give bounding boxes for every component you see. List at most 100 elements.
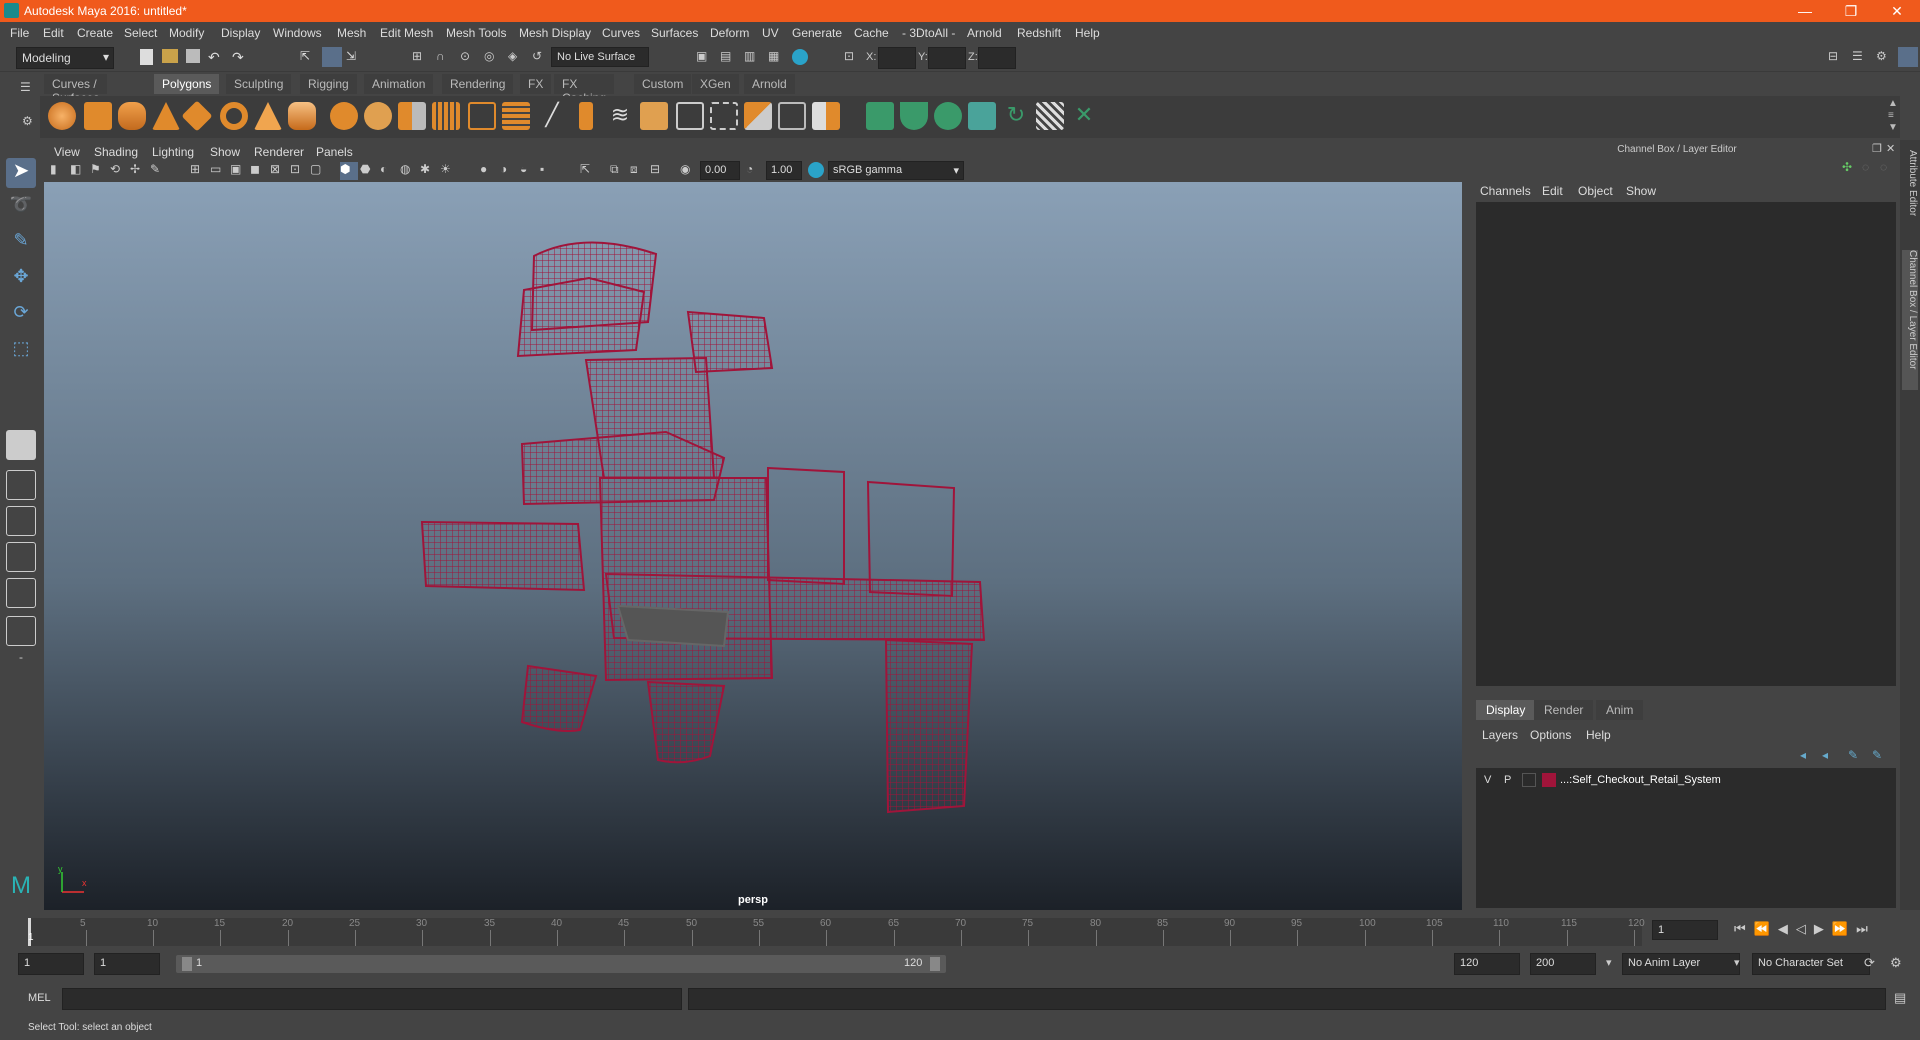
- image-plane-icon[interactable]: ⟲: [110, 162, 128, 180]
- gate-mask-icon[interactable]: ◼: [250, 162, 268, 180]
- shelf-tab-rigging[interactable]: Rigging: [300, 74, 357, 94]
- uv-editor-icon[interactable]: ✕: [1070, 102, 1098, 130]
- cb-menu-object[interactable]: Object: [1578, 184, 1613, 198]
- channel-box-toggle-icon[interactable]: [1898, 47, 1918, 67]
- x-field[interactable]: [878, 47, 916, 69]
- menu-3dtoall[interactable]: - 3DtoAll -: [902, 26, 955, 40]
- shelf-menu-icon[interactable]: ☰: [20, 80, 31, 94]
- cb-menu-edit[interactable]: Edit: [1542, 184, 1563, 198]
- playback-end-field[interactable]: 120: [1454, 953, 1520, 975]
- menu-file[interactable]: File: [10, 26, 29, 40]
- open-scene-icon[interactable]: [162, 49, 178, 63]
- persp-graph-layout-icon[interactable]: [6, 542, 36, 572]
- snap-view-icon[interactable]: ◎: [484, 49, 502, 67]
- exposure-field[interactable]: 0.00: [700, 161, 740, 180]
- layer-menu-layers[interactable]: Layers: [1482, 728, 1518, 742]
- select-tool-icon[interactable]: ➤: [6, 158, 36, 188]
- live-surface-field[interactable]: No Live Surface: [551, 47, 649, 67]
- uv-planar-icon[interactable]: [866, 102, 894, 130]
- layer-tab-anim[interactable]: Anim: [1596, 700, 1644, 720]
- quad-draw-icon[interactable]: [778, 102, 806, 130]
- hyper-icon[interactable]: ◌: [1880, 160, 1887, 174]
- shelf-tab-sculpting[interactable]: Sculpting: [226, 74, 292, 94]
- menu-modify[interactable]: Modify: [169, 26, 204, 40]
- render-settings-icon[interactable]: ▦: [768, 49, 786, 67]
- persp-outliner-layout-icon[interactable]: [6, 506, 36, 536]
- perspective-viewport[interactable]: x y persp: [44, 182, 1462, 910]
- shelf-tab-rendering[interactable]: Rendering: [442, 74, 514, 94]
- ipr-render-icon[interactable]: ▤: [720, 49, 738, 67]
- close-button[interactable]: ✕: [1874, 0, 1920, 22]
- chevron-down-icon[interactable]: ▾: [1606, 956, 1612, 969]
- shelf-tab-custom[interactable]: Custom: [634, 74, 692, 94]
- camera-select-icon[interactable]: ▮: [50, 162, 68, 180]
- snap-curve-icon[interactable]: ∩: [436, 49, 454, 67]
- multi-cut-icon[interactable]: [676, 102, 704, 130]
- xray-components-icon[interactable]: ⊟: [650, 162, 668, 180]
- safe-title-icon[interactable]: ▢: [310, 162, 328, 180]
- render-view-icon[interactable]: ▥: [744, 49, 762, 67]
- layer-menu-options[interactable]: Options: [1530, 728, 1571, 742]
- poly-plane-icon[interactable]: [181, 100, 213, 132]
- film-gate-icon[interactable]: ▭: [210, 162, 228, 180]
- range-slider[interactable]: 1 120: [176, 955, 946, 973]
- panel-menu-shading[interactable]: Shading: [94, 145, 138, 159]
- extract-icon[interactable]: [398, 102, 426, 130]
- mirror-icon[interactable]: [812, 102, 840, 130]
- time-slider-track[interactable]: 1 5 10 15 20 25 30 35 40 45 50 55 60 65 70 75 80 85 90 95 1…: [28, 918, 1645, 946]
- menu-create[interactable]: Create: [77, 26, 113, 40]
- field-chart-icon[interactable]: ⊠: [270, 162, 288, 180]
- combine-icon[interactable]: [330, 102, 358, 130]
- panel-menu-lighting[interactable]: Lighting: [152, 145, 194, 159]
- bevel-icon[interactable]: ≋: [606, 102, 634, 130]
- poly-sphere-icon[interactable]: [48, 102, 76, 130]
- snap-grid-icon[interactable]: ⊞: [412, 49, 430, 67]
- color-management-icon[interactable]: [808, 162, 824, 178]
- boolean-icon[interactable]: [468, 102, 496, 130]
- close-panel-icon[interactable]: ✕: [1886, 142, 1895, 155]
- menu-redshift[interactable]: Redshift: [1017, 26, 1061, 40]
- exposure-icon[interactable]: ◉: [680, 162, 698, 180]
- layer-menu-help[interactable]: Help: [1586, 728, 1611, 742]
- move-tool-icon[interactable]: ✥: [6, 266, 36, 296]
- snap-point-icon[interactable]: ⊙: [460, 49, 478, 67]
- menu-mesh[interactable]: Mesh: [337, 26, 366, 40]
- go-to-start-icon[interactable]: ⏮: [1734, 921, 1754, 936]
- snap-surface-icon[interactable]: ◈: [508, 49, 526, 67]
- range-handle-end[interactable]: [930, 957, 940, 971]
- z-field[interactable]: [978, 47, 1016, 69]
- gamma-icon[interactable]: ◔: [746, 162, 764, 180]
- new-layer-selected-icon[interactable]: ✎: [1872, 748, 1882, 762]
- poly-cone-icon[interactable]: [152, 102, 180, 130]
- step-back-key-icon[interactable]: ⏪: [1754, 921, 1778, 936]
- layer-tab-display[interactable]: Display: [1476, 700, 1536, 720]
- new-scene-icon[interactable]: [140, 49, 153, 65]
- target-weld-icon[interactable]: [710, 102, 738, 130]
- menu-mesh-tools[interactable]: Mesh Tools: [446, 26, 506, 40]
- shelf-tab-curves-surfaces[interactable]: Curves / Surfaces: [44, 74, 108, 105]
- scene-end-field[interactable]: 200: [1530, 953, 1596, 975]
- wireframe-shading-icon[interactable]: ⬢: [340, 162, 358, 180]
- playback-start-field[interactable]: 1: [94, 953, 160, 975]
- redo-icon[interactable]: ↷: [232, 49, 250, 67]
- cb-menu-show[interactable]: Show: [1626, 184, 1656, 198]
- more-layouts-icon[interactable]: -: [6, 650, 36, 680]
- minimize-button[interactable]: —: [1782, 0, 1828, 22]
- channel-box-area[interactable]: [1476, 202, 1896, 686]
- current-frame-field[interactable]: 1: [1652, 920, 1718, 940]
- ambient-occlusion-icon[interactable]: ◑: [500, 162, 518, 180]
- animation-preferences-icon[interactable]: ⚙: [1890, 955, 1902, 971]
- uv-spherical-icon[interactable]: [934, 102, 962, 130]
- range-handle-start[interactable]: [182, 957, 192, 971]
- scene-start-field[interactable]: 1: [18, 953, 84, 975]
- transform-mode-icon[interactable]: ⊡: [844, 49, 862, 67]
- paint-select-tool-icon[interactable]: ✎: [6, 230, 36, 260]
- four-view-layout-icon[interactable]: [6, 470, 36, 500]
- color-space-dropdown[interactable]: sRGB gamma ▾: [828, 161, 964, 180]
- mode-dropdown[interactable]: Modeling ▾: [16, 47, 114, 69]
- menu-uv[interactable]: UV: [762, 26, 779, 40]
- select-component-icon[interactable]: ⇲: [346, 49, 364, 67]
- gamma-field[interactable]: 1.00: [766, 161, 802, 180]
- menu-mesh-display[interactable]: Mesh Display: [519, 26, 591, 40]
- shelf-tab-animation[interactable]: Animation: [364, 74, 434, 94]
